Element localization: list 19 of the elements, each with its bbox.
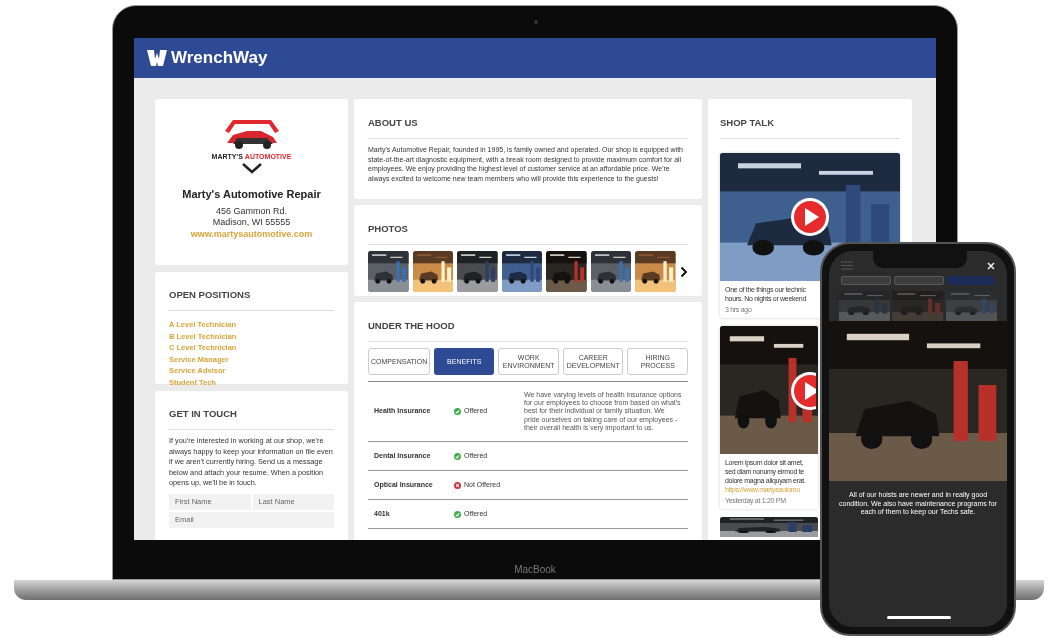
section-title: UNDER THE HOOD — [368, 320, 455, 331]
home-indicator — [887, 616, 951, 619]
section-title: OPEN POSITIONS — [169, 289, 251, 300]
website-link[interactable]: www.martysautomotive.com — [190, 227, 313, 240]
section-title: GET IN TOUCH — [169, 408, 237, 419]
camera-icon — [534, 20, 538, 24]
device-label: MacBook — [514, 563, 556, 577]
address-line: Madison, WI 55555 — [212, 216, 291, 228]
close-icon[interactable] — [987, 261, 995, 270]
chevron-right-icon[interactable] — [680, 265, 688, 278]
section-title: ABOUT US — [368, 117, 418, 128]
play-icon[interactable] — [790, 197, 830, 237]
logo-icon — [146, 49, 168, 67]
brand-name: WrenchWay — [171, 47, 268, 70]
address-line: 456 Gammon Rd. — [215, 205, 287, 217]
section-title: PHOTOS — [368, 223, 408, 234]
section-title: SHOP TALK — [720, 117, 774, 128]
shop-name: Marty's Automotive Repair — [182, 187, 321, 202]
chevron-down-icon — [240, 162, 263, 174]
